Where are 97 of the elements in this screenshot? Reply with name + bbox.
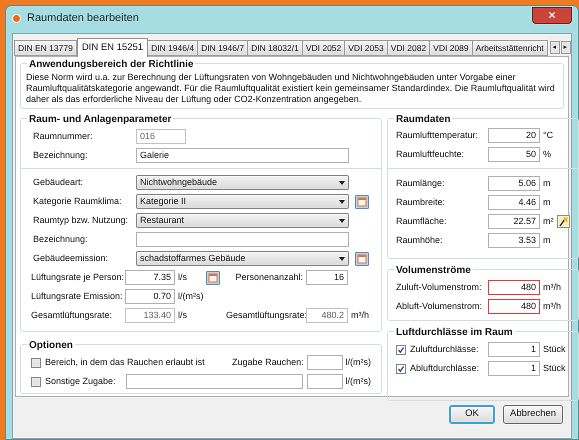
tab[interactable]: DIN 18032/1	[247, 40, 303, 56]
unit-label: m³/h	[543, 300, 561, 313]
input-field[interactable]: 20	[488, 128, 540, 143]
checkbox[interactable]	[396, 364, 406, 374]
input-field[interactable]: 1	[488, 361, 540, 376]
app-icon	[12, 14, 21, 22]
checkbox[interactable]	[31, 358, 41, 368]
field-label: Lüftungsrate Emission:	[31, 290, 124, 303]
input-field[interactable]: 480	[488, 280, 540, 295]
tab[interactable]: DIN 1946/4	[147, 40, 198, 56]
field-label: Bezeichnung:	[33, 232, 89, 246]
field-label: Zugabe Rauchen:	[231, 356, 305, 369]
tab[interactable]: VDI 2082	[386, 40, 430, 56]
input-field[interactable]	[136, 232, 349, 247]
field-label: Kategorie Raumklima:	[33, 194, 123, 208]
input-field[interactable]: 50	[488, 147, 540, 162]
unit-label: l/(m²s)	[346, 374, 371, 388]
input-field[interactable]: 133.40	[125, 308, 175, 323]
field-label: Zuluftdurchlässe:	[410, 342, 480, 356]
calculator-button[interactable]	[355, 194, 369, 208]
dropdown[interactable]: Restaurant	[136, 213, 349, 228]
checkbox-label: Bereich, in dem das Rauchen erlaubt ist	[45, 356, 206, 369]
calculator-button[interactable]	[206, 270, 220, 284]
group-title: Raum- und Anlagenparameter	[27, 112, 174, 127]
unit-label: Stück	[543, 342, 566, 356]
input-field[interactable]: 4.46	[488, 195, 540, 210]
unit-label: °C	[543, 128, 554, 142]
input-field[interactable]	[306, 374, 342, 389]
field-label: Personenanzahl:	[234, 270, 304, 284]
tab[interactable]: VDI 2089	[429, 40, 473, 56]
input-field[interactable]: 16	[306, 270, 348, 285]
unit-label: l/s	[178, 270, 188, 284]
unit-label: Stück	[543, 362, 566, 375]
field-label: Raumnummer:	[33, 130, 94, 143]
dropdown[interactable]: Nichtwohngebäude	[136, 175, 349, 190]
input-field[interactable]	[306, 355, 343, 370]
unit-label: m³/h	[351, 308, 369, 322]
field-label: Bezeichnung:	[33, 148, 89, 162]
field-label: Raumlänge:	[396, 176, 446, 190]
field-label: Gesamtlüftungsrate:	[226, 308, 306, 322]
group-title: Anwendungsbereich der Richtlinie	[27, 57, 196, 72]
field-label: Gebäudeart:	[33, 176, 84, 189]
field-label: Raumluftfeuchte:	[396, 148, 466, 161]
tab[interactable]: DIN EN 13779	[14, 40, 77, 56]
caret-icon	[339, 180, 345, 184]
checkbox-label: Sonstige Zugabe:	[45, 374, 117, 388]
input-field[interactable]: 480.2	[306, 308, 348, 323]
dialog-button[interactable]: OK	[449, 405, 496, 424]
unit-label: l/(m²s)	[178, 290, 204, 303]
input-field[interactable]: 22.57	[488, 214, 540, 229]
input-field[interactable]: 0.70	[125, 289, 175, 304]
field-label: Gesamtlüftungsrate:	[31, 308, 114, 322]
dropdown[interactable]: schadstoffarmes Gebäude	[136, 251, 349, 266]
caret-icon	[339, 200, 345, 204]
close-button[interactable]: ×	[532, 6, 572, 24]
dropdown[interactable]: Kategorie II	[136, 194, 349, 209]
unit-label: l/s	[178, 308, 188, 322]
unit-label: m²	[543, 214, 554, 228]
group-title: Optionen	[27, 338, 75, 353]
field-label: Raumbreite:	[396, 196, 446, 209]
unit-label: m	[543, 196, 552, 209]
calculator-button[interactable]	[355, 252, 369, 266]
field-label: Gebäudeemission:	[33, 252, 110, 265]
caret-icon	[339, 218, 345, 222]
field-label: Raumtyp bzw. Nutzung:	[33, 214, 130, 227]
checkbox[interactable]	[396, 344, 406, 354]
window-title: Raumdaten bearbeiten	[27, 10, 139, 26]
input-field[interactable]: Galerie	[136, 148, 349, 163]
tab[interactable]: VDI 2052	[302, 40, 346, 56]
field-label: Lüftungsrate je Person:	[31, 270, 125, 284]
unit-label: %	[543, 148, 552, 161]
input-field[interactable]: 7.35	[125, 270, 175, 285]
unit-label: l/(m²s)	[346, 356, 372, 369]
field-label: Abluftdurchlässe:	[410, 362, 480, 375]
field-label: Raumlufttemperatur:	[396, 128, 480, 142]
description-text: Diese Norm wird u.a. zur Berechnung der Lüftungsraten von Wohngebäuden und Nichtwohngebäuden unter Vorgabe einer Raumluftqualitätskategorie angewandt. Für die Raumluftqualität existiert kein gemeinsamer Standardindex. Die Raumluftqualität wird daher als das erforderliche Niveau der Lüftung oder CO2-Konzentration angegeben.	[26, 72, 556, 105]
field-label: Abluft-Volumenstrom:	[396, 300, 484, 313]
input-field[interactable]	[126, 374, 303, 389]
input-field[interactable]: 480	[488, 299, 540, 314]
input-field[interactable]: 3.53	[488, 233, 540, 248]
caret-icon	[339, 256, 345, 260]
field-label: Raumfläche:	[396, 214, 448, 228]
tab[interactable]: DIN 1946/7	[197, 40, 248, 56]
field-label: Raumhöhe:	[396, 234, 444, 247]
input-field[interactable]: 016	[136, 129, 186, 144]
unit-label: m	[543, 176, 552, 190]
input-field[interactable]: 1	[488, 342, 540, 357]
tab[interactable]: Arbeitsstättenricht	[472, 40, 548, 56]
unit-label: m³/h	[543, 280, 561, 294]
wand-button[interactable]	[557, 215, 570, 228]
tab[interactable]: VDI 2053	[344, 40, 388, 56]
input-field[interactable]: 5.06	[488, 176, 540, 191]
dialog-button[interactable]: Abbrechen	[503, 405, 563, 424]
tab[interactable]: DIN EN 15251	[76, 38, 148, 57]
field-label: Zuluft-Volumenstrom:	[396, 280, 483, 294]
unit-label: m	[543, 234, 552, 247]
checkbox[interactable]	[31, 376, 41, 386]
